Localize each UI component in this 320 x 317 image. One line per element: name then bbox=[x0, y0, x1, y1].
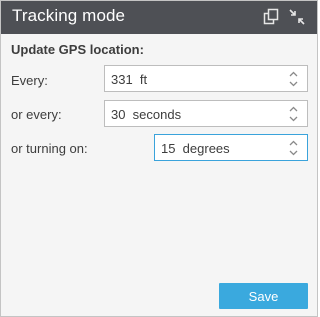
time-stepper[interactable]: 30 seconds bbox=[104, 100, 308, 127]
tracking-mode-panel: Tracking mode Update GPS location: Every… bbox=[0, 0, 318, 317]
time-value[interactable]: 30 seconds bbox=[111, 107, 181, 122]
title-bar: Tracking mode bbox=[1, 1, 317, 34]
time-spinner[interactable] bbox=[289, 105, 298, 122]
degrees-stepper[interactable]: 15 degrees bbox=[154, 134, 308, 161]
section-label: Update GPS location: bbox=[11, 42, 144, 57]
chevron-up-icon[interactable] bbox=[289, 71, 298, 77]
chevron-up-icon[interactable] bbox=[289, 140, 298, 146]
every-time-label: or every: bbox=[11, 107, 62, 122]
chevron-up-icon[interactable] bbox=[289, 106, 298, 112]
chevron-down-icon[interactable] bbox=[289, 81, 298, 87]
collapse-icon[interactable] bbox=[288, 8, 306, 26]
panel-title: Tracking mode bbox=[12, 6, 126, 25]
distance-stepper[interactable]: 331 ft bbox=[104, 65, 308, 92]
chevron-down-icon[interactable] bbox=[289, 116, 298, 122]
distance-spinner[interactable] bbox=[289, 70, 298, 87]
save-button[interactable]: Save bbox=[219, 283, 308, 309]
every-distance-label: Every: bbox=[11, 73, 48, 88]
turning-label: or turning on: bbox=[11, 141, 88, 156]
copy-icon[interactable] bbox=[262, 8, 280, 26]
chevron-down-icon[interactable] bbox=[289, 150, 298, 156]
degrees-value[interactable]: 15 degrees bbox=[161, 141, 230, 156]
distance-value[interactable]: 331 ft bbox=[111, 72, 147, 87]
degrees-spinner[interactable] bbox=[289, 139, 298, 156]
